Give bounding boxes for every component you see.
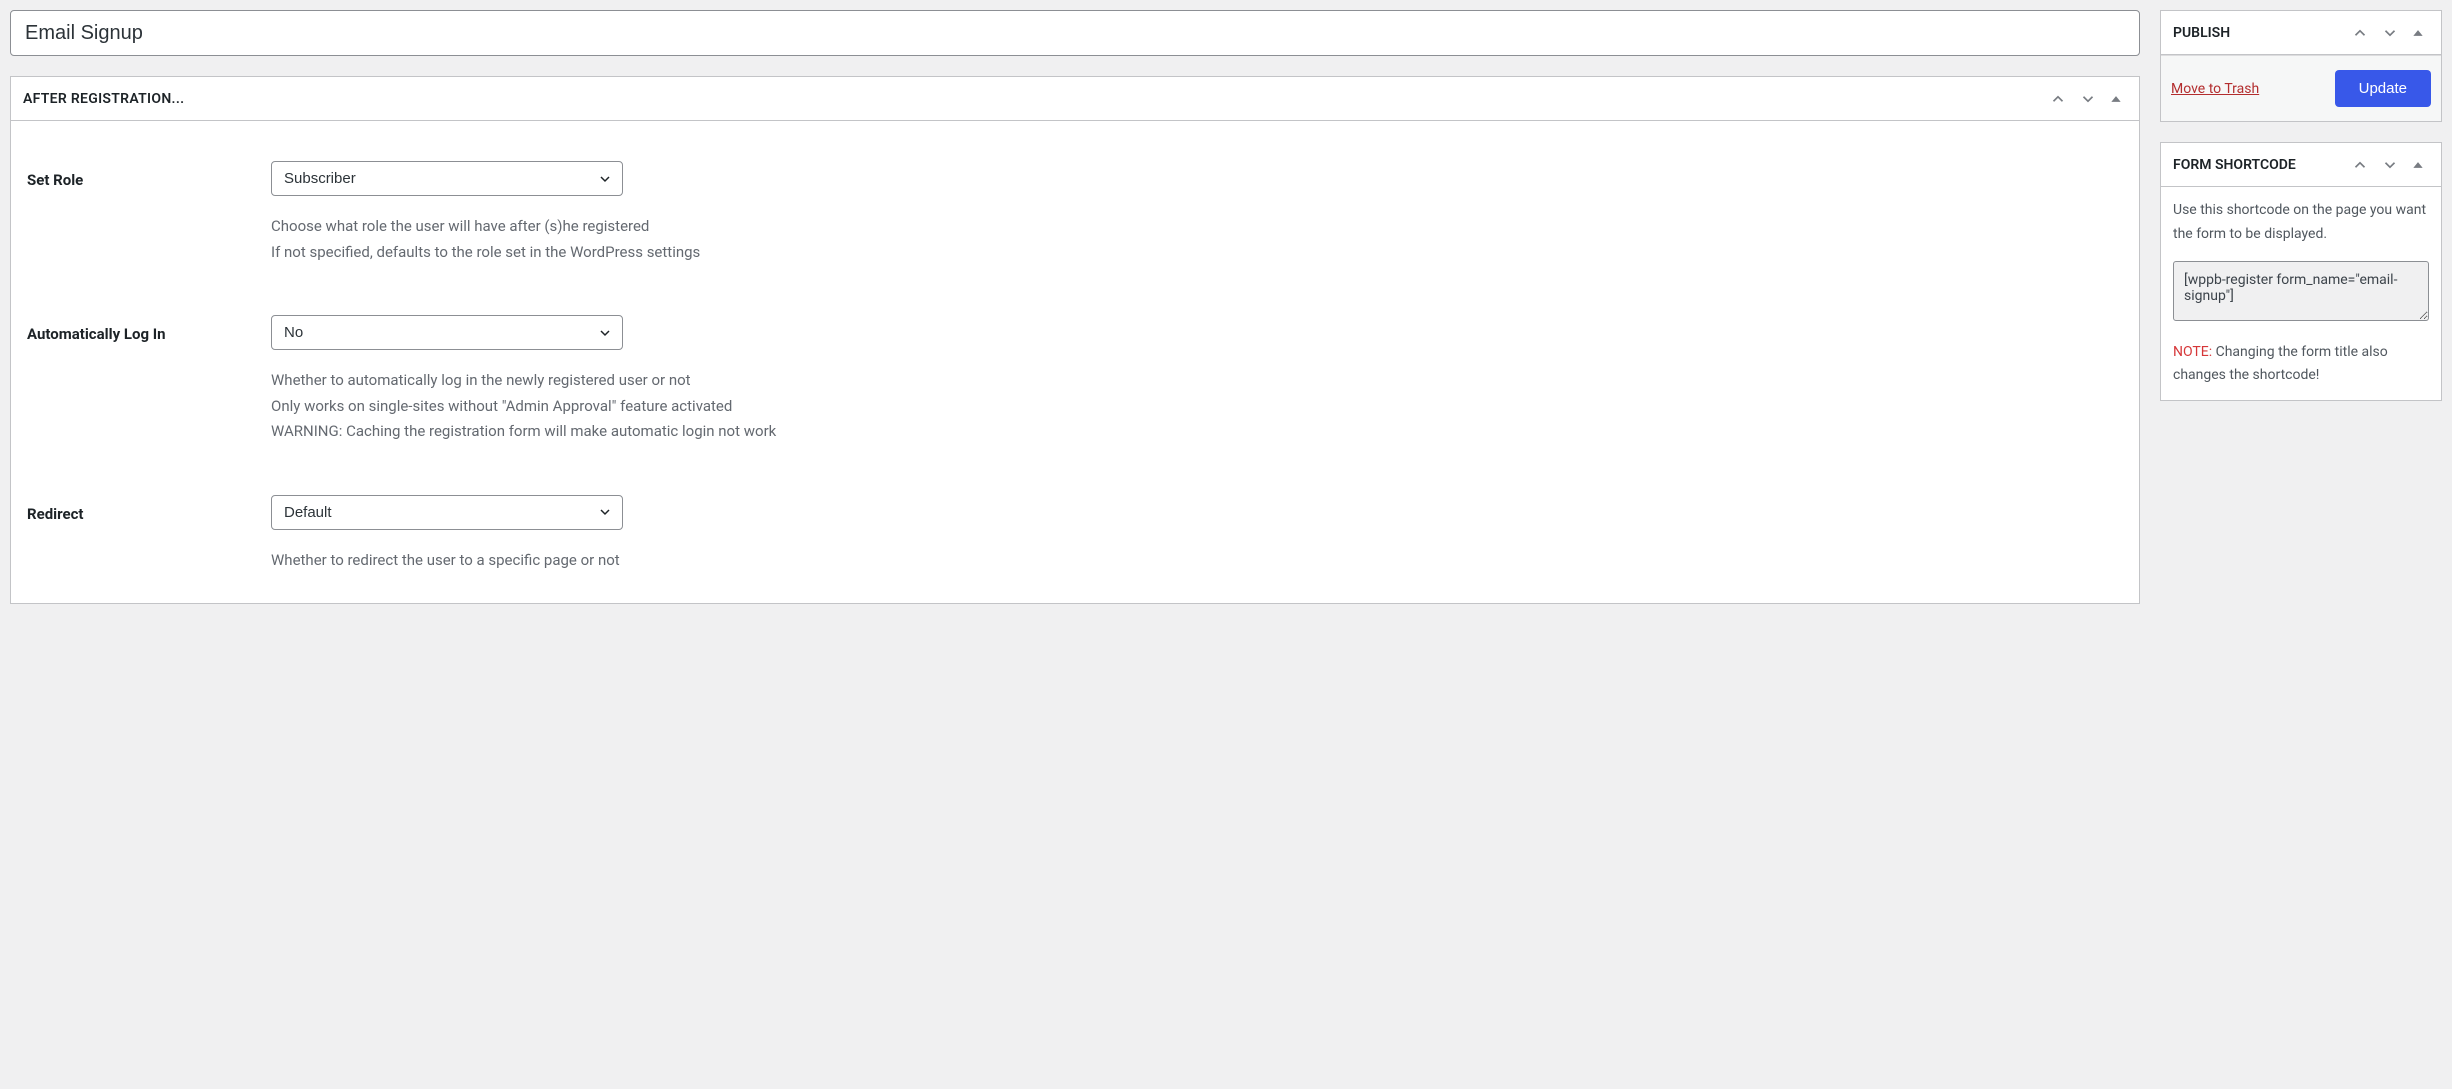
form-shortcode-heading: FORM SHORTCODE [2173,157,2296,173]
metabox-header: FORM SHORTCODE [2161,143,2441,187]
auto-login-help: Whether to automatically log in the newl… [271,368,2123,445]
update-button[interactable]: Update [2335,70,2431,107]
form-title-input[interactable] [10,10,2140,56]
chevron-down-icon [2079,90,2097,108]
metabox-header: AFTER REGISTRATION... [11,77,2139,121]
redirect-select[interactable]: Default [271,495,623,530]
auto-login-select[interactable]: No [271,315,623,350]
set-role-help: Choose what role the user will have afte… [271,214,2123,265]
chevron-up-icon [2351,156,2369,174]
chevron-down-icon [2381,156,2399,174]
toggle-panel-button[interactable] [2407,24,2429,42]
toggle-panel-button[interactable] [2407,156,2429,174]
after-registration-heading: AFTER REGISTRATION... [23,91,184,107]
move-down-button[interactable] [2377,154,2403,176]
handle-actions [2045,88,2127,110]
shortcode-textarea[interactable]: [wppb-register form_name="email-signup"] [2173,261,2429,321]
move-down-button[interactable] [2377,22,2403,44]
move-up-button[interactable] [2347,154,2373,176]
publish-heading: PUBLISH [2173,25,2230,41]
handle-actions [2347,154,2429,176]
auto-login-label: Automatically Log In [27,315,271,343]
redirect-help: Whether to redirect the user to a specif… [271,548,2123,574]
move-up-button[interactable] [2347,22,2373,44]
triangle-up-icon [2109,92,2123,106]
triangle-up-icon [2411,26,2425,40]
shortcode-description: Use this shortcode on the page you want … [2173,199,2429,247]
chevron-up-icon [2351,24,2369,42]
set-role-label: Set Role [27,161,271,189]
note-label: NOTE: [2173,344,2212,360]
auto-login-row: Automatically Log In No Whether to autom… [27,315,2123,445]
move-to-trash-link[interactable]: Move to Trash [2171,81,2259,97]
triangle-up-icon [2411,158,2425,172]
metabox-header: PUBLISH [2161,11,2441,55]
toggle-panel-button[interactable] [2105,90,2127,108]
form-shortcode-metabox: FORM SHORTCODE [2160,142,2442,401]
move-down-button[interactable] [2075,88,2101,110]
publish-metabox: PUBLISH [2160,10,2442,122]
after-registration-metabox: AFTER REGISTRATION... [10,76,2140,604]
chevron-up-icon [2049,90,2067,108]
handle-actions [2347,22,2429,44]
shortcode-note: NOTE: Changing the form title also chang… [2173,341,2429,389]
move-up-button[interactable] [2045,88,2071,110]
redirect-row: Redirect Default Whether to redirect the… [27,495,2123,574]
chevron-down-icon [2381,24,2399,42]
set-role-row: Set Role Subscriber Choose what role the… [27,161,2123,265]
set-role-select[interactable]: Subscriber [271,161,623,196]
redirect-label: Redirect [27,495,271,523]
